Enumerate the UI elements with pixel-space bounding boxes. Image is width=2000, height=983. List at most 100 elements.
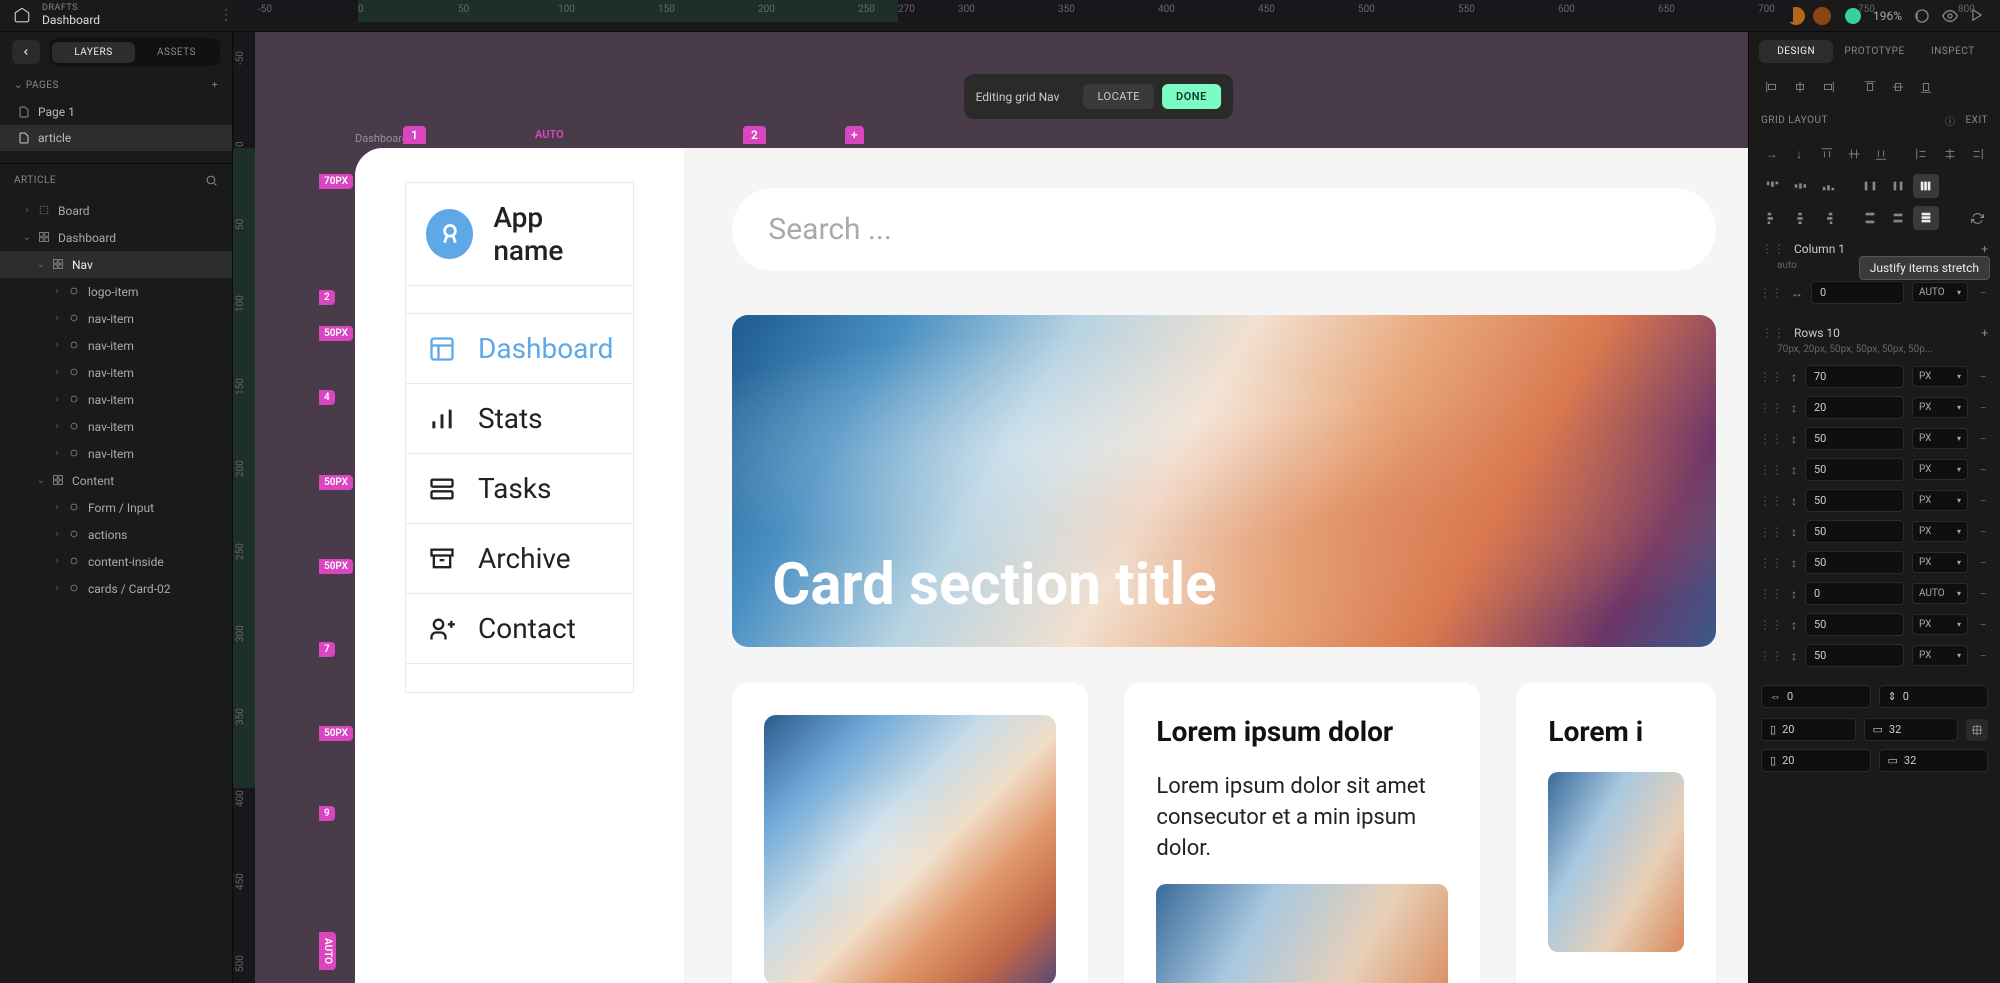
chevron-icon[interactable]: › [52,502,62,513]
remove-row-icon[interactable]: − [1976,556,1990,570]
row-height-input[interactable]: 50 [1805,551,1904,574]
content-card[interactable]: Lorem i [1516,683,1716,983]
column-width-input[interactable]: 0 [1811,281,1904,304]
chevron-icon[interactable]: › [52,448,62,459]
row-height-input[interactable]: 50 [1805,613,1904,636]
align-hcenter-icon[interactable] [1787,75,1813,99]
row-unit-select[interactable]: PX▾ [1912,645,1968,666]
layer-row[interactable]: ›nav-item [0,332,232,359]
chevron-icon[interactable]: › [52,286,62,297]
chevron-icon[interactable]: › [52,556,62,567]
layer-row[interactable]: ›cards / Card-02 [0,575,232,602]
layer-row[interactable]: ›nav-item [0,413,232,440]
layer-row[interactable]: ›nav-item [0,305,232,332]
row-unit-select[interactable]: PX▾ [1912,459,1968,480]
zoom-level[interactable]: 196% [1873,9,1902,23]
chevron-icon[interactable]: › [52,340,62,351]
file-icon[interactable] [12,5,32,25]
ai-end-icon[interactable] [1815,174,1841,198]
justify-end-icon[interactable] [1965,142,1990,166]
chevron-icon[interactable]: › [52,394,62,405]
align-vcenter-icon[interactable] [1885,75,1911,99]
layer-row[interactable]: ›actions [0,521,232,548]
user-avatar-2[interactable] [1811,5,1833,27]
padding-v-input[interactable]: ▯20 [1761,718,1856,741]
layer-row[interactable]: ›Form / Input [0,494,232,521]
row-height-input[interactable]: 50 [1805,520,1904,543]
remove-row-icon[interactable]: − [1976,370,1990,384]
remove-row-icon[interactable]: − [1976,432,1990,446]
row-height-input[interactable]: 0 [1805,582,1904,605]
canvas[interactable]: -50050100150200250300350400450500 Editin… [233,32,1748,983]
layer-row[interactable]: ›logo-item [0,278,232,305]
row-unit-select[interactable]: AUTO▾ [1912,583,1968,604]
grid-row-badge[interactable]: 2 [319,290,335,305]
drag-handle-icon[interactable]: ⋮⋮ [1759,556,1783,570]
file-name[interactable]: Dashboard [42,14,100,27]
nav-item-dashboard[interactable]: Dashboard [406,314,633,384]
nav-item-tasks[interactable]: Tasks [406,454,633,524]
padding-v-input[interactable]: ▯20 [1761,749,1871,772]
nav-item-stats[interactable]: Stats [406,384,633,454]
layer-row[interactable]: ⌄Nav [0,251,232,278]
locate-button[interactable]: LOCATE [1083,84,1154,109]
drag-handle-icon[interactable]: ⋮⋮ [1759,401,1783,415]
assets-tab[interactable]: ASSETS [135,42,218,63]
ji-center-icon[interactable] [1787,206,1813,230]
grid-row-badge[interactable]: 50PX [319,559,353,574]
pages-label[interactable]: ⌄ PAGES [14,80,59,91]
drag-handle-icon[interactable]: ⋮⋮ [1759,463,1783,477]
drag-handle-icon[interactable]: ⋮⋮ [1761,242,1785,256]
layer-row[interactable]: ›nav-item [0,440,232,467]
drag-handle-icon[interactable]: ⋮⋮ [1759,370,1783,384]
column-gap-input[interactable]: ⇔0 [1761,685,1871,708]
ai-start-icon[interactable] [1759,174,1785,198]
layers-tab[interactable]: LAYERS [52,42,135,63]
row-height-input[interactable]: 70 [1805,365,1904,388]
grid-row-badge[interactable]: 7 [319,642,335,657]
remove-row-icon[interactable]: − [1976,401,1990,415]
remove-column-icon[interactable]: − [1976,286,1990,300]
chevron-icon[interactable]: › [52,367,62,378]
layer-row[interactable]: ›nav-item [0,386,232,413]
page-item[interactable]: Page 1 [0,99,232,125]
ji-sa-icon[interactable] [1885,206,1911,230]
grid-row-badge[interactable]: 4 [319,390,335,405]
add-column-icon[interactable]: + [1981,242,1988,256]
align-content-mid-icon[interactable] [1841,142,1866,166]
align-content-top-icon[interactable] [1814,142,1839,166]
chevron-icon[interactable]: ⌄ [36,475,46,486]
row-height-input[interactable]: 20 [1805,396,1904,419]
chevron-icon[interactable]: ⌄ [22,232,32,243]
refresh-icon[interactable] [1964,206,1990,230]
prototype-tab[interactable]: PROTOTYPE [1837,40,1911,63]
chevron-icon[interactable]: › [52,529,62,540]
drag-handle-icon[interactable]: ⋮⋮ [1759,649,1783,663]
grid-column-badge-2[interactable]: 2 [743,126,766,144]
remove-row-icon[interactable]: − [1976,618,1990,632]
row-height-input[interactable]: 50 [1805,644,1904,667]
grid-row-badge[interactable]: 50PX [319,475,353,490]
row-gap-input[interactable]: ⇕0 [1879,685,1989,708]
align-content-bot-icon[interactable] [1869,142,1894,166]
remove-row-icon[interactable]: − [1976,587,1990,601]
layer-row[interactable]: ⌄Dashboard [0,224,232,251]
page-item[interactable]: article [0,125,232,151]
row-height-input[interactable]: 50 [1805,458,1904,481]
exit-grid-button[interactable]: EXIT [1966,115,1989,126]
search-input[interactable]: Search ... [732,188,1716,271]
history-icon[interactable] [1914,8,1930,24]
align-right-icon[interactable] [1815,75,1841,99]
grid-add-column-button[interactable]: + [845,126,864,144]
remove-row-icon[interactable]: − [1976,463,1990,477]
help-icon[interactable]: ⓘ [1945,113,1956,128]
row-unit-select[interactable]: PX▾ [1912,614,1968,635]
remove-row-icon[interactable]: − [1976,494,1990,508]
drag-handle-icon[interactable]: ⋮⋮ [1761,326,1785,340]
justify-start-icon[interactable] [1910,142,1935,166]
done-button[interactable]: DONE [1162,84,1221,109]
ji-end-icon[interactable] [1815,206,1841,230]
drag-handle-icon[interactable]: ⋮⋮ [1759,494,1783,508]
align-left-icon[interactable] [1759,75,1785,99]
align-top-icon[interactable] [1857,75,1883,99]
